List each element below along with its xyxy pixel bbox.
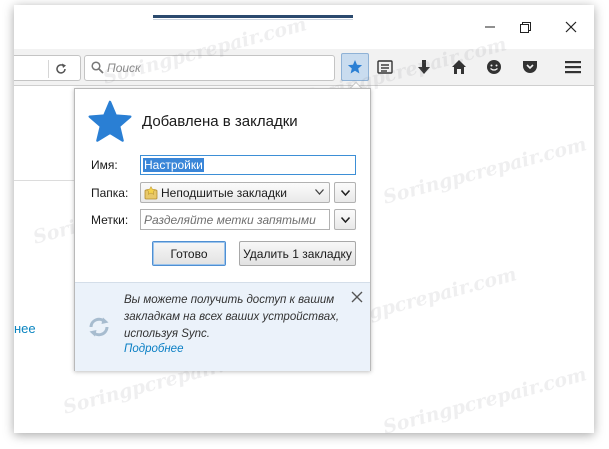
learn-more-link[interactable]: Подробнее <box>124 343 183 355</box>
reload-icon <box>56 63 66 74</box>
main-menu-button[interactable] <box>559 53 587 81</box>
folder-label: Папка: <box>91 186 129 200</box>
tab-divider <box>153 19 353 20</box>
bookmark-star-icon <box>88 100 132 142</box>
bookmark-star-button[interactable] <box>341 53 369 81</box>
home-button[interactable] <box>445 53 473 81</box>
close-button[interactable] <box>559 17 583 37</box>
url-bar[interactable] <box>14 55 81 81</box>
panel-title: Добавлена в закладки <box>142 113 298 130</box>
download-arrow-icon <box>418 60 430 74</box>
restore-button[interactable] <box>513 17 537 37</box>
sync-promo: Вы можете получить доступ к вашим заклад… <box>75 282 370 371</box>
chevron-down-icon <box>340 189 350 196</box>
tags-placeholder: Разделяйте метки запятыми <box>144 213 316 227</box>
name-field[interactable]: Настройки <box>140 155 356 175</box>
navigation-toolbar: Поиск <box>14 49 594 86</box>
done-button[interactable]: Готово <box>152 241 226 266</box>
name-field-value: Настройки <box>143 158 204 172</box>
close-icon <box>565 21 577 33</box>
restore-icon <box>519 21 531 33</box>
chevron-down-icon <box>340 216 350 223</box>
search-placeholder: Поиск <box>107 61 141 75</box>
active-tab-indicator[interactable] <box>153 15 353 18</box>
downloads-button[interactable] <box>410 53 438 81</box>
pocket-button[interactable] <box>516 53 544 81</box>
hamburger-menu-icon <box>565 61 581 74</box>
content-divider <box>14 180 74 181</box>
page-link-fragment[interactable]: нее <box>14 321 36 336</box>
chevron-down-icon <box>315 189 324 195</box>
star-icon <box>347 60 363 74</box>
bookmarks-menu-button[interactable] <box>371 53 399 81</box>
close-icon[interactable] <box>351 291 363 303</box>
title-bar <box>14 5 594 49</box>
sync-promo-text: Вы можете получить доступ к вашим заклад… <box>124 294 340 340</box>
folder-select-value: Неподшитые закладки <box>161 186 287 200</box>
remove-bookmark-button[interactable]: Удалить 1 закладку <box>239 241 356 266</box>
name-label: Имя: <box>91 158 118 172</box>
search-bar[interactable]: Поиск <box>84 55 335 81</box>
folder-tree-toggle[interactable] <box>334 182 356 203</box>
chat-smile-icon <box>487 60 501 74</box>
bookmark-panel: Добавлена в закладки Имя: Настройки Папк… <box>74 88 371 371</box>
reload-button[interactable] <box>48 60 73 78</box>
minimize-button[interactable] <box>478 17 502 37</box>
home-icon <box>452 60 466 74</box>
tags-field[interactable]: Разделяйте метки запятыми <box>140 209 330 230</box>
pocket-icon <box>523 61 537 73</box>
minimize-icon <box>485 26 495 28</box>
chat-button[interactable] <box>480 53 508 81</box>
search-icon <box>91 61 104 74</box>
bookmarks-list-icon <box>377 60 393 74</box>
tags-list-toggle[interactable] <box>334 209 356 230</box>
folder-select[interactable]: Неподшитые закладки <box>140 182 330 203</box>
unsorted-bookmarks-icon <box>144 186 158 200</box>
tags-label: Метки: <box>91 213 129 227</box>
sync-icon <box>89 317 109 337</box>
